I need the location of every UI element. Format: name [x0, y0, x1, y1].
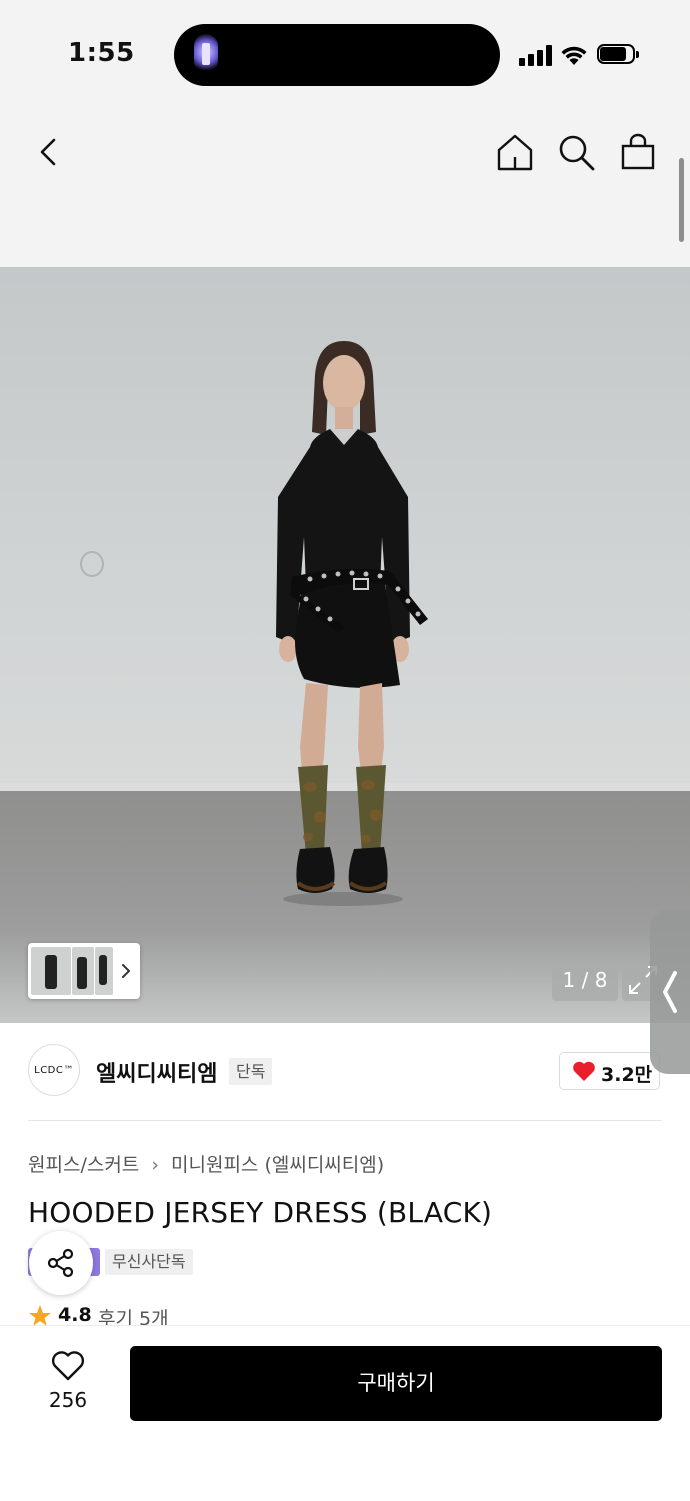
brand-logo[interactable]: LCDC™ [28, 1044, 80, 1096]
breadcrumb-subcategory[interactable]: 미니원피스 (엘씨디씨티엠) [171, 1154, 384, 1176]
heart-icon [51, 1351, 85, 1381]
brand-like-count: 3.2만 [601, 1064, 653, 1086]
musinsa-exclusive-badge: 무신사단독 [105, 1249, 193, 1275]
breadcrumb-category[interactable]: 원피스/스커트 [28, 1154, 139, 1176]
thumbnail[interactable] [31, 947, 71, 995]
star-icon [29, 1305, 51, 1326]
brand-name[interactable]: 엘씨디씨티엠 [96, 1056, 217, 1088]
top-nav [0, 110, 690, 267]
battery-icon [597, 44, 641, 66]
product-title: HOODED JERSEY DRESS (BLACK) [28, 1196, 493, 1229]
flashlight-icon [194, 34, 218, 74]
wall-outlet [80, 551, 104, 577]
rating-row[interactable]: 4.8 후기 5개 [28, 1302, 228, 1326]
bottom-action-bar: 256 구매하기 [0, 1325, 690, 1501]
home-icon[interactable] [495, 132, 535, 172]
chevron-left-icon [663, 971, 677, 1013]
divider [28, 1120, 662, 1121]
exclusive-tag: 단독 [229, 1058, 273, 1085]
status-bar: 1:55 [0, 0, 690, 110]
dynamic-island [174, 24, 500, 86]
review-count[interactable]: 후기 5개 [98, 1304, 169, 1326]
brand-row[interactable]: LCDC™ 엘씨디씨티엠 단독 3.2만 [0, 1023, 690, 1119]
thumbnail[interactable] [72, 947, 94, 995]
scroll-indicator[interactable] [679, 158, 684, 242]
cellular-signal-icon [519, 44, 553, 66]
rating-score: 4.8 [58, 1304, 92, 1326]
search-icon[interactable] [556, 132, 596, 172]
brand-like-button[interactable]: 3.2만 [559, 1052, 660, 1090]
wishlist-button[interactable]: 256 [30, 1350, 106, 1420]
product-image-gallery[interactable]: 1 / 8 [0, 267, 690, 1023]
buy-button[interactable]: 구매하기 [130, 1346, 662, 1421]
wifi-icon [561, 46, 587, 65]
chevron-right-icon [122, 964, 130, 978]
thumbnail[interactable] [95, 947, 113, 995]
share-button[interactable] [29, 1231, 93, 1295]
bag-icon[interactable] [618, 132, 658, 172]
wishlist-count: 256 [48, 1388, 88, 1412]
model-photo [276, 341, 428, 906]
status-time: 1:55 [68, 38, 135, 68]
thumbnail-strip[interactable] [28, 943, 140, 999]
side-drawer-tab[interactable] [650, 910, 690, 1074]
breadcrumb-separator-icon: › [151, 1154, 159, 1176]
back-icon[interactable] [30, 132, 70, 172]
page-counter: 1 / 8 [552, 959, 618, 1001]
heart-icon [573, 1061, 595, 1081]
breadcrumb: 원피스/스커트 › 미니원피스 (엘씨디씨티엠) [28, 1150, 384, 1177]
share-icon [47, 1248, 74, 1278]
